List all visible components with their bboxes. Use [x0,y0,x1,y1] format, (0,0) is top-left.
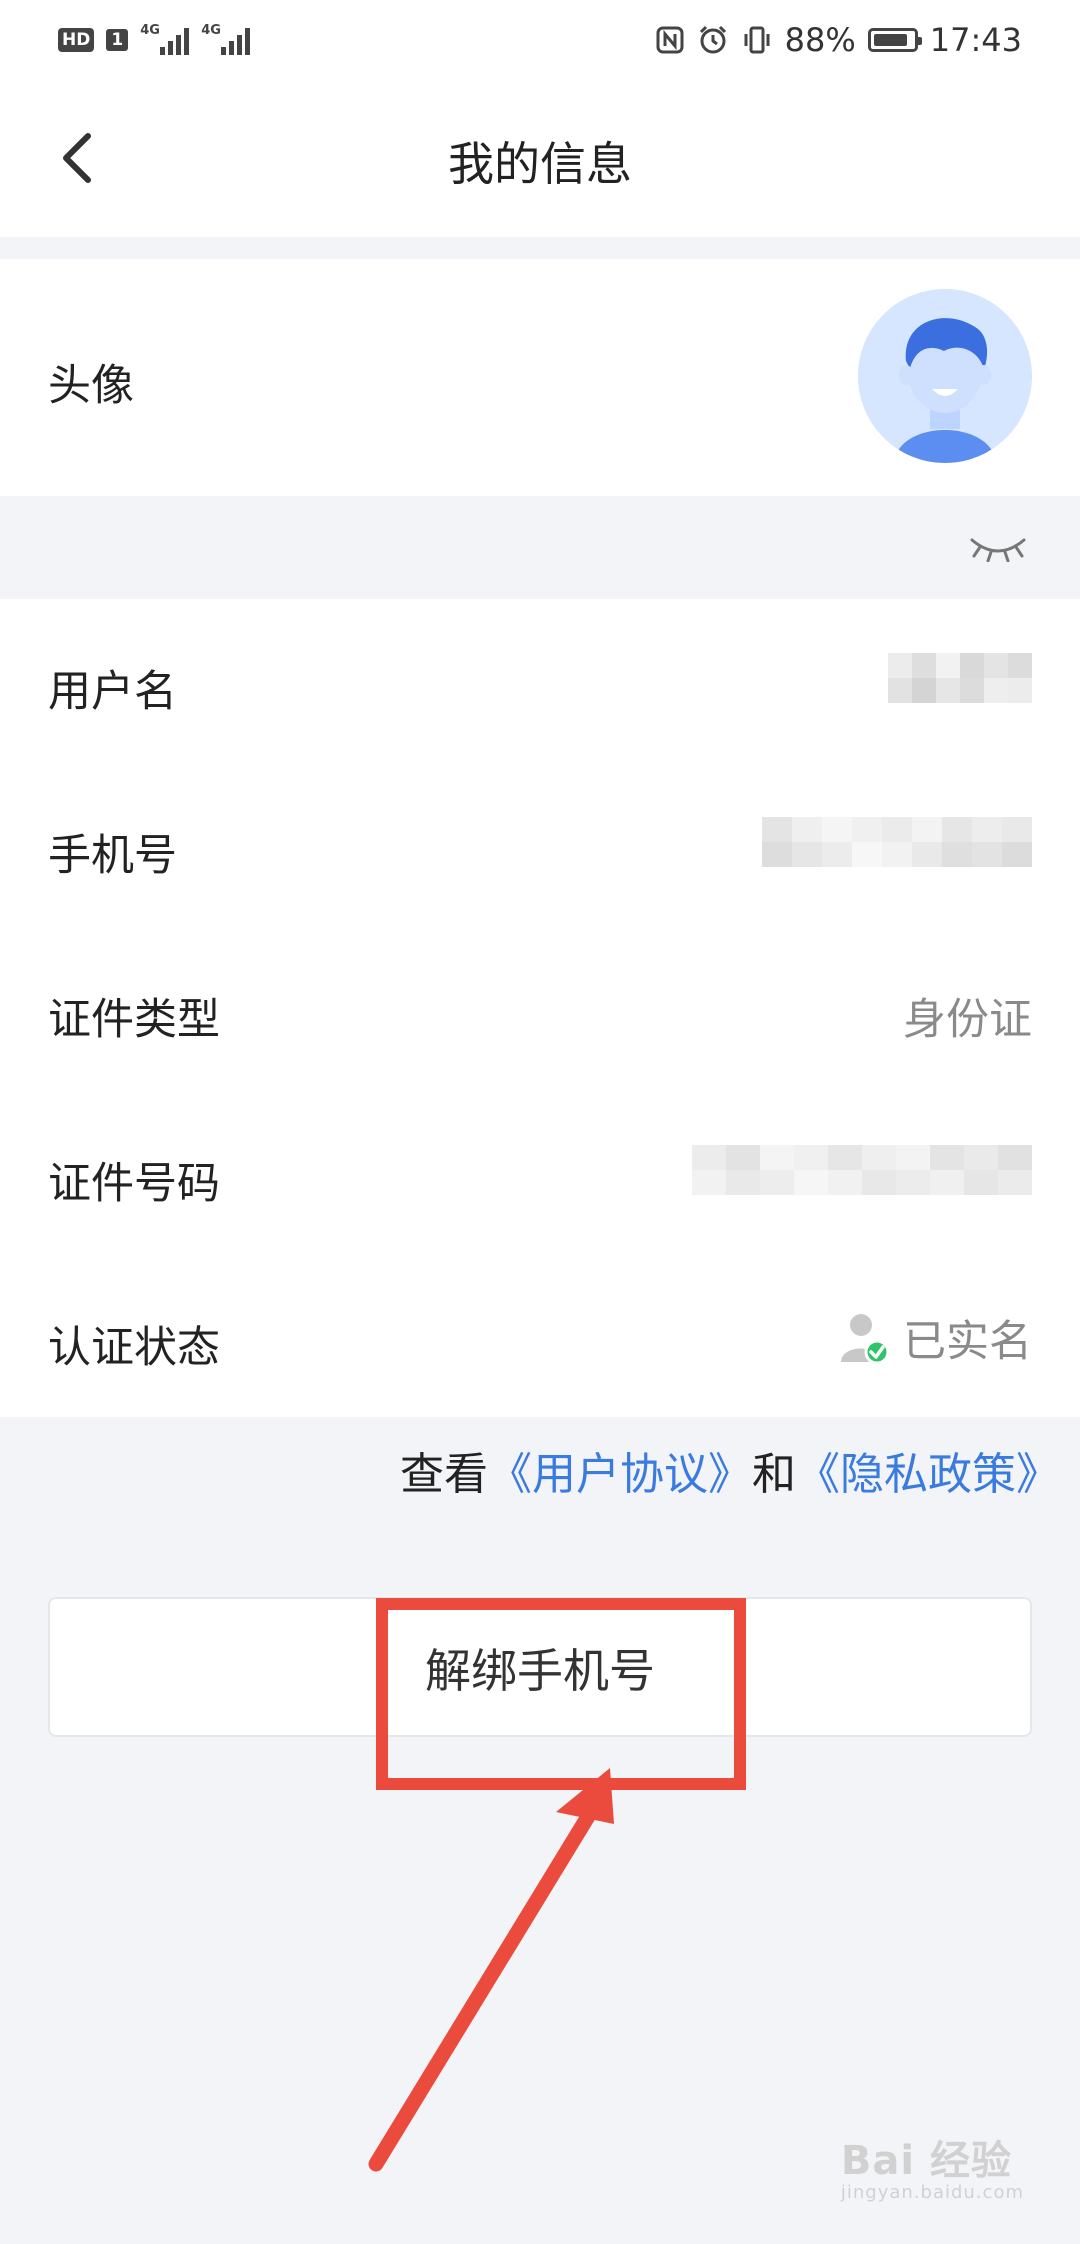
verify-label: 认证状态 [48,1323,220,1373]
clock: 17:43 [929,21,1022,59]
phone-value-redacted [762,817,1032,867]
agreement-conjunction: 和 [752,1449,796,1500]
eye-closed-icon[interactable] [968,532,1028,562]
id-type-value: 身份证 [903,995,1032,1045]
avatar-illustration [858,289,1032,463]
privacy-policy-link[interactable]: 《隐私政策》 [796,1449,1060,1500]
avatar[interactable] [858,289,1032,463]
avatar-label: 头像 [48,361,134,411]
watermark-brand: Bai 经验 [840,2138,1013,2184]
alarm-icon [699,25,726,54]
hd-voice-badge: HD [58,28,95,52]
info-list: 用户名 手机号 证件类型 身份证 证件号码 认证状态 已实名 [0,599,1080,1417]
username-row: 用户名 [0,599,1080,763]
watermark-url: jingyan.baidu.com [840,2182,1024,2203]
id-number-row: 证件号码 [0,1091,1080,1255]
id-type-row: 证件类型 身份证 [0,927,1080,1091]
signal-icon: 4G [140,23,190,55]
nav-bar: 我的信息 [0,80,1080,237]
username-value-redacted [888,653,1032,703]
verified-user-icon [841,1314,890,1365]
id-type-label: 证件类型 [48,995,220,1045]
battery-fill [873,34,908,46]
network-type-label: 4G [140,23,160,38]
battery-percent: 88% [784,21,856,59]
status-left-group: HD 1 4G 4G [58,23,251,55]
page-title: 我的信息 [448,137,632,191]
privacy-toggle-strip [0,496,1080,599]
verify-value: 已实名 [903,1317,1032,1367]
username-label: 用户名 [48,667,177,717]
agreement-prefix: 查看 [400,1449,488,1500]
user-agreement-link[interactable]: 《用户协议》 [488,1449,752,1500]
verify-row: 认证状态 已实名 [0,1255,1080,1419]
annotation-arrow [368,1768,614,2172]
battery-icon [867,28,922,52]
nfc-icon [656,26,684,54]
id-number-label: 证件号码 [48,1159,220,1209]
signal-icon-2: 4G [201,23,251,55]
phone-row: 手机号 [0,763,1080,927]
vibrate-icon [744,26,770,54]
status-bar: HD 1 4G 4G 88% 17:43 [0,0,1080,80]
verify-status: 已实名 [837,1307,1032,1369]
id-number-value-redacted [692,1145,1032,1195]
phone-label: 手机号 [48,831,177,881]
sim-badge: 1 [106,29,129,51]
status-right-group: 88% 17:43 [655,21,1022,59]
avatar-row[interactable]: 头像 [0,259,1080,496]
unbind-phone-button[interactable]: 解绑手机号 [48,1597,1032,1737]
network-type-label-2: 4G [201,23,221,38]
baidu-jingyan-watermark: Bai 经验 jingyan.baidu.com [841,2128,1024,2203]
unbind-phone-label: 解绑手机号 [425,1644,655,1698]
agreement-line: 查看《用户协议》和《隐私政策》 [400,1438,1060,1502]
